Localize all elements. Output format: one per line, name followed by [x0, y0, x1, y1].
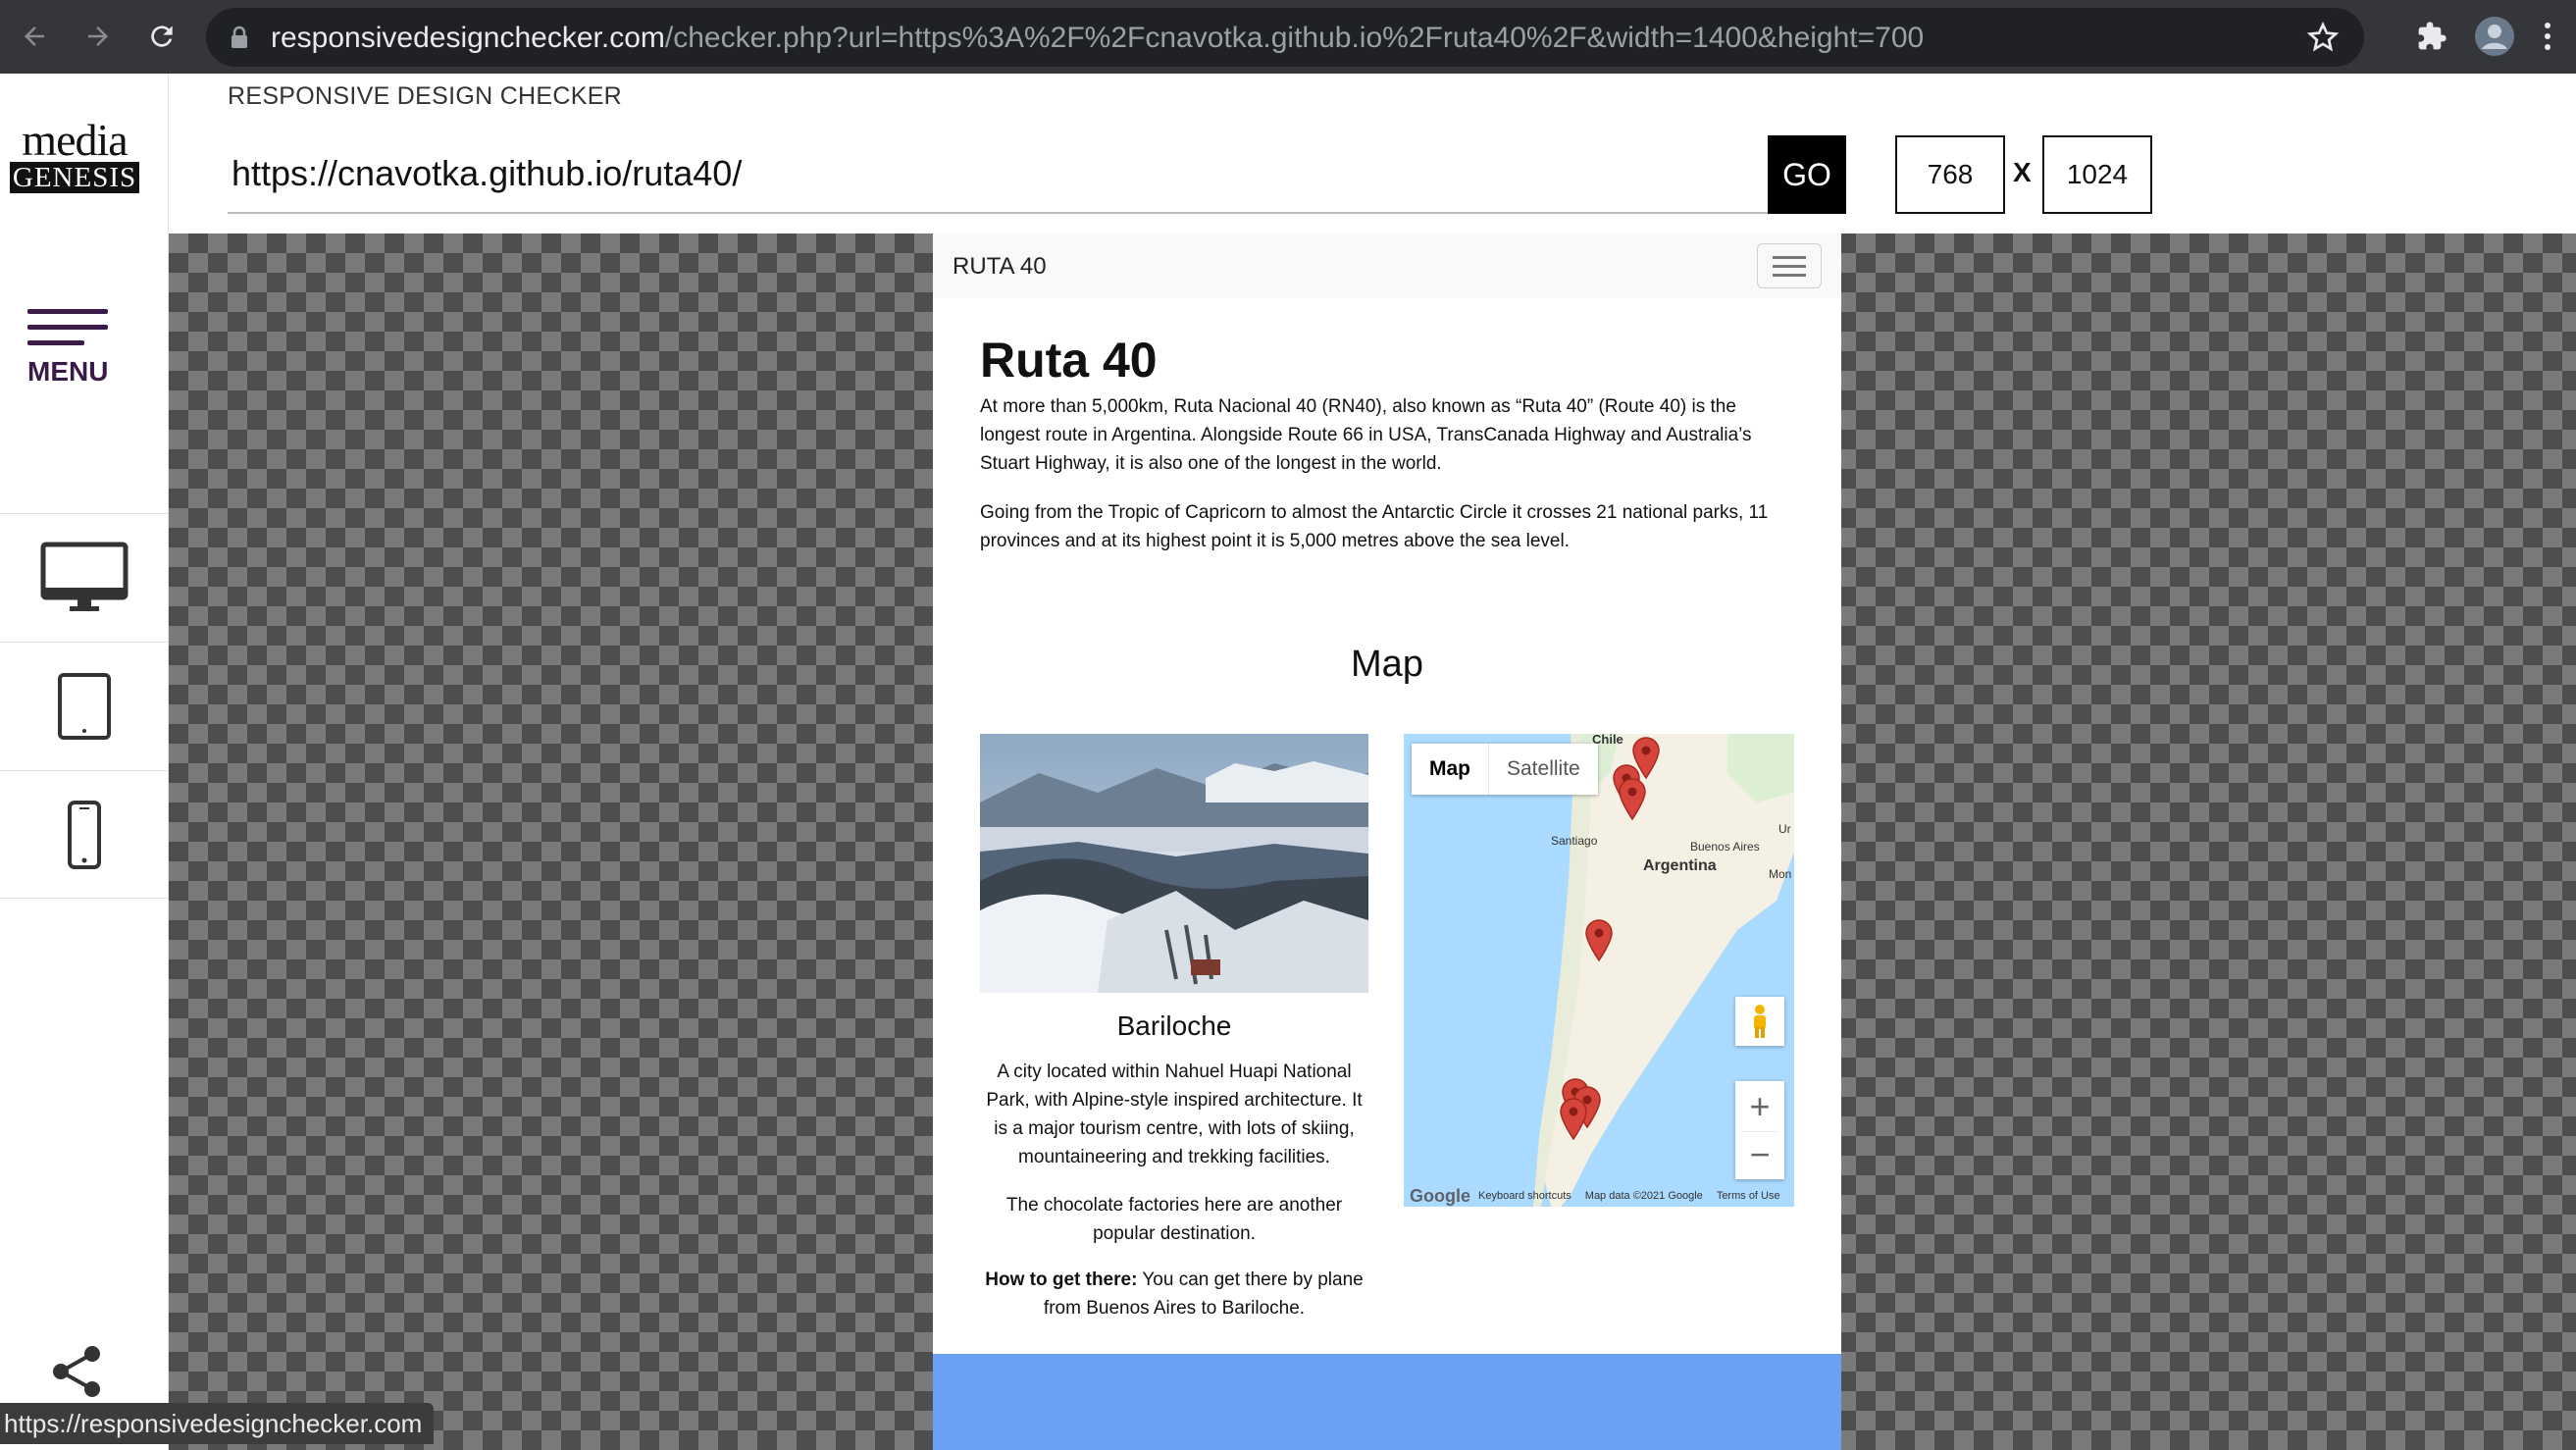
zoom-out-button[interactable]: −: [1749, 1132, 1770, 1179]
lock-icon: [232, 26, 247, 48]
media-genesis-logo[interactable]: media GENESIS: [10, 115, 139, 193]
hamburger-icon: [1773, 255, 1806, 259]
test-url-input[interactable]: [228, 135, 1768, 214]
card-description: A city located within Nahuel Huapi Natio…: [986, 1062, 1363, 1167]
zoom-in-button[interactable]: +: [1749, 1082, 1770, 1131]
map-section-heading: Map: [1351, 644, 1423, 685]
site-footer-band: [933, 1354, 1841, 1450]
preview-frame[interactable]: RUTA 40 Ruta 40 At more than 5,000km, Ru…: [933, 233, 1841, 1450]
page-title: Ruta 40: [980, 333, 1158, 388]
pegman-icon: [1754, 1005, 1766, 1038]
google-map[interactable]: Chile Santiago Buenos Aires Argentina Ur…: [1404, 734, 1794, 1207]
card-title: Bariloche: [1116, 1010, 1232, 1041]
menu-button[interactable]: MENU: [27, 309, 116, 388]
address-host: responsivedesignchecker.com: [271, 22, 665, 54]
tool-title: RESPONSIVE DESIGN CHECKER: [228, 82, 623, 110]
map-data-credit: Map data ©2021 Google: [1584, 1190, 1703, 1202]
desktop-monitor-icon: [40, 542, 129, 611]
reload-button[interactable]: [137, 12, 186, 61]
hamburger-icon-bar-short: [27, 340, 84, 345]
desktop-view-button[interactable]: [0, 513, 169, 642]
dimension-separator: X: [2013, 157, 2032, 187]
keyboard-shortcuts-link[interactable]: Keyboard shortcuts: [1478, 1190, 1571, 1202]
address-url: responsivedesignchecker.com/checker.php?…: [271, 22, 1924, 55]
logo-top-text: media: [22, 115, 128, 165]
site-navbar: RUTA 40: [933, 233, 1841, 298]
share-button[interactable]: [51, 1344, 104, 1404]
map-label-buenos-aires: Buenos Aires: [1690, 840, 1760, 854]
site-brand[interactable]: RUTA 40: [953, 253, 1047, 281]
map-label-argentina: Argentina: [1643, 857, 1717, 874]
intro-paragraph-2: Going from the Tropic of Capricorn to al…: [980, 502, 1769, 551]
forward-arrow-icon: [88, 26, 108, 46]
map-attribution: Google Keyboard shortcuts Map data ©2021…: [1404, 1185, 1794, 1207]
go-button[interactable]: GO: [1768, 135, 1846, 214]
bookmark-star-icon[interactable]: [2305, 20, 2341, 55]
forward-button[interactable]: [74, 12, 123, 61]
hamburger-icon: [27, 309, 108, 314]
card-how-to-get-there: How to get there: You can get there by p…: [980, 1266, 1368, 1322]
mobile-phone-icon: [68, 800, 101, 869]
map-tab-map[interactable]: Map: [1412, 744, 1489, 795]
tool-sidebar: media GENESIS MENU: [0, 74, 169, 1450]
menu-label: MENU: [27, 356, 109, 387]
map-label-montevideo: Mon: [1769, 867, 1792, 881]
map-type-control: Map Satellite: [1412, 744, 1598, 795]
browser-toolbar: responsivedesignchecker.com/checker.php?…: [0, 0, 2576, 74]
navbar-toggle-button[interactable]: [1757, 243, 1822, 288]
card-chocolate-note: The chocolate factories here are another…: [1005, 1195, 1343, 1244]
mobile-view-button[interactable]: [0, 770, 169, 899]
kebab-menu-icon: [2545, 23, 2550, 50]
extensions-button[interactable]: [2409, 14, 2454, 59]
status-url-tooltip: https://responsivedesignchecker.com: [0, 1403, 435, 1444]
width-input[interactable]: [1895, 135, 2005, 214]
how-to-get-there-label: How to get there:: [985, 1269, 1138, 1290]
avatar-icon: [2475, 17, 2514, 56]
bariloche-photo: [980, 734, 1368, 993]
profile-avatar[interactable]: [2472, 14, 2517, 59]
height-input[interactable]: [2042, 135, 2152, 214]
map-pin-icon[interactable]: [1559, 1097, 1588, 1140]
tablet-icon: [58, 673, 111, 740]
tablet-view-button[interactable]: [0, 642, 169, 770]
map-tab-satellite[interactable]: Satellite: [1489, 744, 1598, 795]
back-arrow-icon: [25, 26, 44, 46]
map-pin-icon[interactable]: [1618, 777, 1647, 820]
map-zoom-control: + −: [1735, 1081, 1784, 1179]
puzzle-icon: [2418, 22, 2447, 50]
google-logo[interactable]: Google: [1410, 1186, 1470, 1207]
map-label-santiago: Santiago: [1551, 834, 1598, 848]
map-label-uruguay: Ur: [1778, 822, 1791, 836]
address-bar[interactable]: responsivedesignchecker.com/checker.php?…: [206, 8, 2364, 67]
browser-menu-button[interactable]: [2533, 14, 2562, 59]
hamburger-icon-bar: [1773, 264, 1806, 268]
address-path: /checker.php?url=https%3A%2F%2Fcnavotka.…: [664, 22, 1925, 54]
back-button[interactable]: [10, 12, 59, 61]
street-view-pegman-button[interactable]: [1735, 997, 1784, 1046]
reload-icon: [151, 26, 173, 47]
hamburger-icon-bar: [1773, 273, 1806, 277]
hamburger-icon-bar: [27, 325, 108, 330]
map-pin-icon[interactable]: [1584, 918, 1614, 961]
intro-paragraph-1: At more than 5,000km, Ruta Nacional 40 (…: [980, 396, 1752, 474]
logo-bottom-text: GENESIS: [10, 162, 139, 193]
terms-of-use-link[interactable]: Terms of Use: [1717, 1190, 1780, 1202]
share-icon: [53, 1346, 100, 1397]
